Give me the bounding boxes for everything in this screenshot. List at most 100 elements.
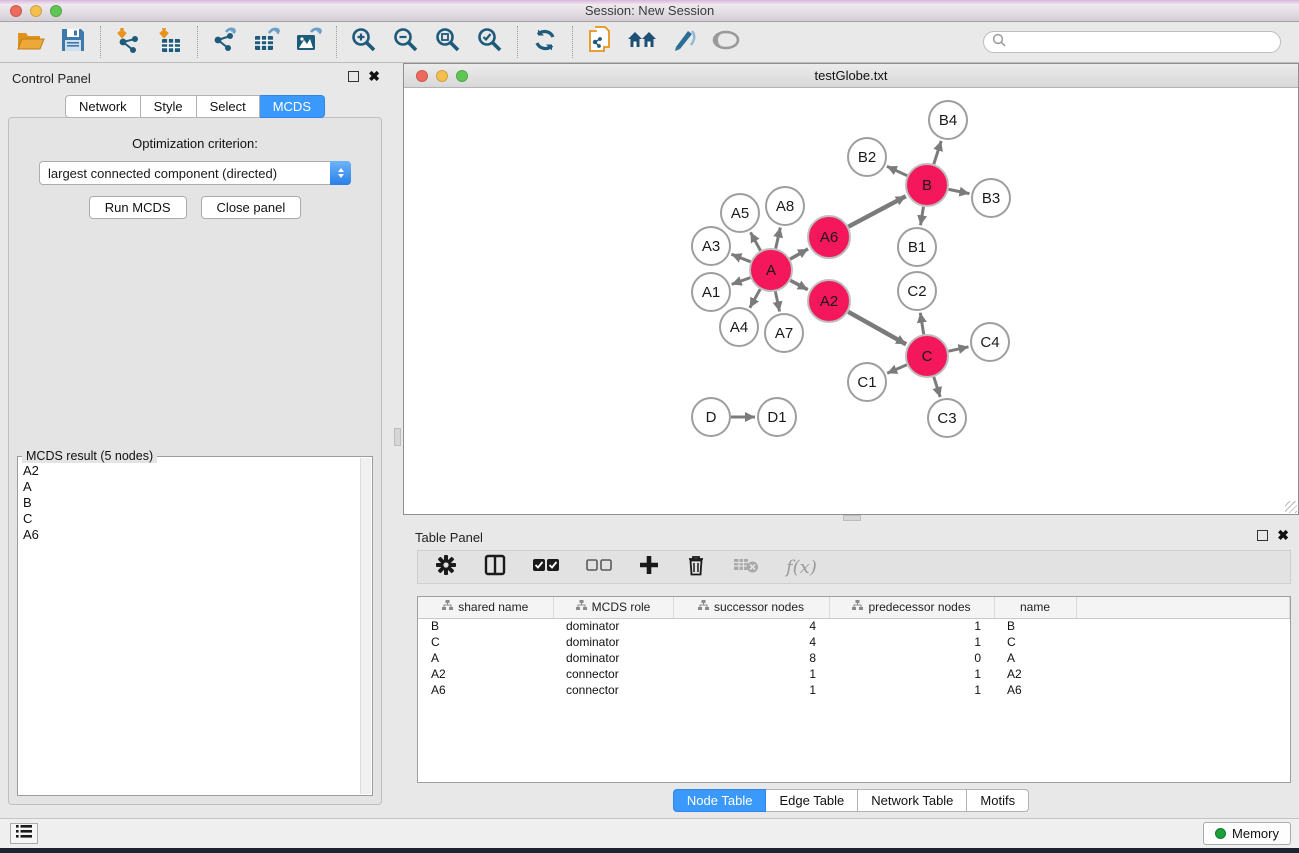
network-overview-button[interactable] (621, 25, 663, 59)
tab-node-table[interactable]: Node Table (673, 789, 767, 812)
run-mcds-button[interactable]: Run MCDS (89, 196, 187, 219)
table-row[interactable]: A2connector11A2 (418, 666, 1290, 682)
graph-edge-C-C1[interactable] (887, 365, 907, 374)
export-table-button[interactable] (246, 25, 288, 59)
graph-node-A2[interactable]: A2 (808, 280, 850, 322)
table-cell[interactable]: 1 (829, 618, 994, 634)
graph-node-D[interactable]: D (692, 398, 730, 436)
zoom-fit-button[interactable] (427, 25, 469, 59)
graph-edge-C-C4[interactable] (949, 347, 969, 351)
graph-edge-A6-B[interactable] (848, 196, 905, 227)
table-cell[interactable]: 4 (673, 618, 829, 634)
panel-divider-handle[interactable] (843, 515, 861, 521)
table-cell[interactable]: 1 (673, 666, 829, 682)
table-cell[interactable]: B (418, 618, 553, 634)
column-header-successor-nodes[interactable]: successor nodes (673, 597, 829, 618)
graph-edge-A-A8[interactable] (776, 228, 781, 249)
duplicate-network-button[interactable] (579, 25, 621, 59)
table-cell[interactable]: dominator (553, 634, 673, 650)
show-columns-button[interactable] (484, 554, 506, 581)
graph-node-C1[interactable]: C1 (848, 363, 886, 401)
graph-node-C3[interactable]: C3 (928, 399, 966, 437)
table-cell[interactable]: A6 (994, 682, 1076, 698)
table-cell[interactable]: dominator (553, 650, 673, 666)
graph-node-A4[interactable]: A4 (720, 308, 758, 346)
float-panel-icon[interactable] (1257, 530, 1268, 541)
delete-column-button[interactable] (686, 554, 706, 581)
table-cell[interactable]: 1 (829, 634, 994, 650)
table-cell[interactable]: B (994, 618, 1076, 634)
graph-edge-B-B3[interactable] (949, 189, 970, 193)
export-image-button[interactable] (288, 25, 330, 59)
graph-node-C[interactable]: C (906, 335, 948, 377)
zoom-out-button[interactable] (385, 25, 427, 59)
graph-node-A1[interactable]: A1 (692, 273, 730, 311)
table-cell[interactable]: A2 (418, 666, 553, 682)
graph-node-D1[interactable]: D1 (758, 398, 796, 436)
graph-node-B1[interactable]: B1 (898, 228, 936, 266)
task-history-button[interactable] (10, 823, 38, 844)
table-cell[interactable]: A (418, 650, 553, 666)
graph-edge-A-A7[interactable] (775, 292, 779, 312)
save-session-button[interactable] (52, 25, 94, 59)
table-settings-button[interactable] (435, 554, 457, 581)
resize-grip[interactable] (1285, 501, 1297, 513)
graph-node-A6[interactable]: A6 (808, 216, 850, 258)
panel-divider-handle[interactable] (394, 428, 401, 446)
table-cell[interactable]: A (994, 650, 1076, 666)
zoom-selected-button[interactable] (469, 25, 511, 59)
close-panel-icon[interactable]: ✖ (1277, 530, 1289, 541)
tab-network-table[interactable]: Network Table (858, 789, 967, 812)
table-cell[interactable]: 1 (673, 682, 829, 698)
search-input[interactable] (1011, 35, 1272, 49)
network-window-titlebar[interactable]: testGlobe.txt (404, 64, 1298, 88)
mcds-result-list[interactable]: A2ABCA6 (18, 463, 360, 795)
table-row[interactable]: Bdominator41B (418, 618, 1290, 634)
tab-mcds[interactable]: MCDS (260, 95, 325, 118)
table-cell[interactable]: 8 (673, 650, 829, 666)
graph-node-A8[interactable]: A8 (766, 187, 804, 225)
column-header-predecessor-nodes[interactable]: predecessor nodes (829, 597, 994, 618)
table-cell[interactable]: dominator (553, 618, 673, 634)
table-cell[interactable]: 0 (829, 650, 994, 666)
graph-node-A3[interactable]: A3 (692, 227, 730, 265)
graph-node-B4[interactable]: B4 (929, 101, 967, 139)
close-panel-button[interactable]: Close panel (201, 196, 302, 219)
table-cell[interactable]: A2 (994, 666, 1076, 682)
delete-table-button[interactable] (733, 556, 759, 579)
graph-node-C4[interactable]: C4 (971, 323, 1009, 361)
graph-node-B2[interactable]: B2 (848, 138, 886, 176)
column-header-MCDS-role[interactable]: MCDS role (553, 597, 673, 618)
graph-edge-C-C2[interactable] (920, 313, 923, 335)
select-all-button[interactable] (533, 558, 559, 577)
table-cell[interactable]: A6 (418, 682, 553, 698)
tab-network[interactable]: Network (65, 95, 141, 118)
table-cell[interactable]: connector (553, 666, 673, 682)
mcds-result-item[interactable]: A2 (18, 463, 360, 479)
table-cell[interactable]: 1 (829, 666, 994, 682)
tab-motifs[interactable]: Motifs (967, 789, 1029, 812)
graph-node-A[interactable]: A (750, 249, 792, 291)
graph-node-B3[interactable]: B3 (972, 179, 1010, 217)
optimization-criterion-select[interactable]: largest connected component (directed) (39, 161, 351, 185)
export-network-button[interactable] (204, 25, 246, 59)
result-scrollbar[interactable] (360, 458, 371, 794)
tab-select[interactable]: Select (197, 95, 260, 118)
graph-edge-A-A6[interactable] (790, 249, 808, 259)
table-cell[interactable]: C (994, 634, 1076, 650)
graph-node-B[interactable]: B (906, 164, 948, 206)
hide-graphics-details-button[interactable] (663, 25, 705, 59)
graph-edge-C-C3[interactable] (934, 377, 940, 397)
mcds-result-item[interactable]: B (18, 495, 360, 511)
tab-edge-table[interactable]: Edge Table (766, 789, 858, 812)
close-panel-icon[interactable]: ✖ (368, 71, 380, 82)
graph-edge-A-A2[interactable] (790, 280, 807, 289)
search-box[interactable] (983, 31, 1281, 53)
column-header-shared-name[interactable]: shared name (418, 597, 553, 618)
apply-function-button[interactable]: f(x) (786, 557, 817, 578)
graph-edge-A-A3[interactable] (731, 254, 750, 262)
table-row[interactable]: Adominator80A (418, 650, 1290, 666)
table-cell[interactable]: C (418, 634, 553, 650)
graph-edge-B-B2[interactable] (887, 166, 907, 175)
table-row[interactable]: A6connector11A6 (418, 682, 1290, 698)
